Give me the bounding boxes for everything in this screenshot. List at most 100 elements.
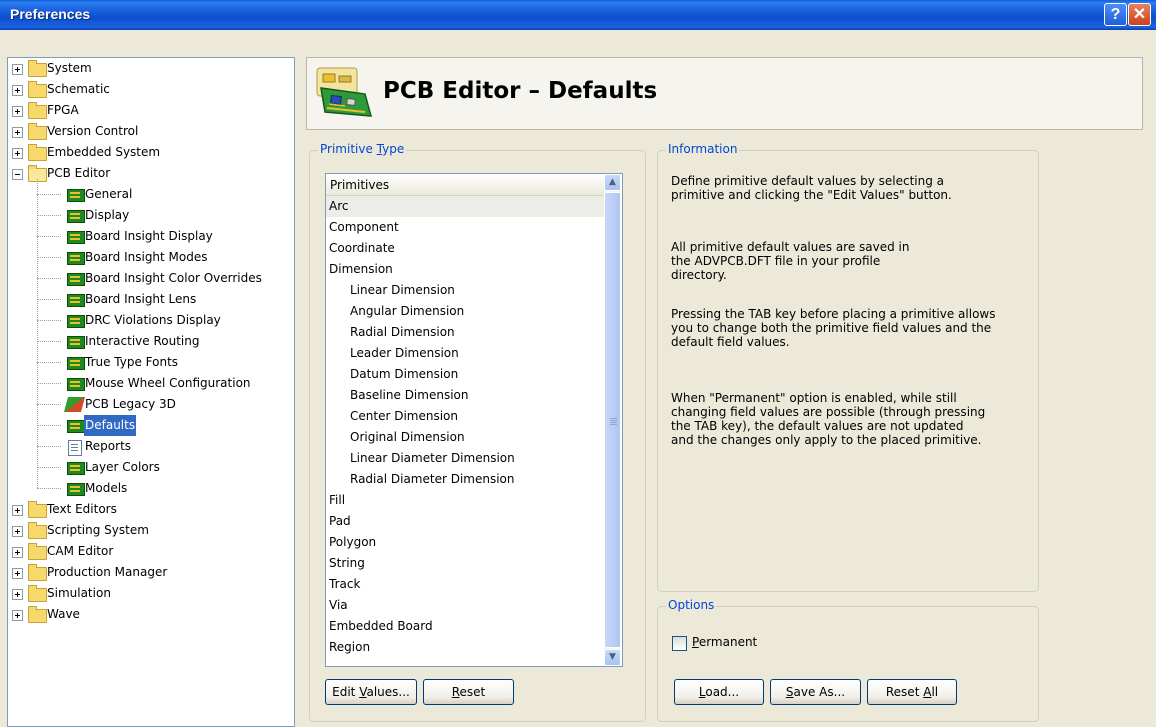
- scroll-up-button[interactable]: ▲: [604, 174, 621, 191]
- chip-icon: [67, 294, 85, 307]
- expand-icon[interactable]: [12, 526, 23, 537]
- access-key: R: [451, 685, 460, 699]
- primitive-item-coordinate[interactable]: Coordinate: [326, 238, 604, 259]
- tree-node-models[interactable]: Models: [8, 478, 292, 499]
- tree-node-fpga[interactable]: FPGA: [8, 100, 292, 121]
- tree-node-version-control[interactable]: Version Control: [8, 121, 292, 142]
- preferences-tree[interactable]: System Schematic FPGA Version Control Embedd…: [7, 57, 295, 727]
- folder-icon: [28, 81, 47, 98]
- tree-node-text-editors[interactable]: Text Editors: [8, 499, 292, 520]
- tree-node-drc-violations-display[interactable]: DRC Violations Display: [8, 310, 292, 331]
- primitives-column-header[interactable]: Primitives: [326, 174, 604, 196]
- primitive-item-region[interactable]: Region: [326, 637, 604, 658]
- tree-node-label: Board Insight Modes: [85, 250, 208, 264]
- tree-connector: [37, 278, 61, 279]
- tree-node-interactive-routing[interactable]: Interactive Routing: [8, 331, 292, 352]
- tree-node-board-insight-modes[interactable]: Board Insight Modes: [8, 247, 292, 268]
- primitive-item-embedded-board[interactable]: Embedded Board: [326, 616, 604, 637]
- title-bar[interactable]: Preferences ? ✕: [0, 0, 1156, 30]
- tree-node-label: Board Insight Display: [85, 229, 213, 243]
- expand-icon[interactable]: [12, 148, 23, 159]
- chip-icon: [67, 273, 85, 286]
- expand-icon[interactable]: [12, 610, 23, 621]
- primitive-type-legend: Primitive Type: [318, 142, 407, 156]
- tree-node-pcb-editor[interactable]: PCB Editor: [8, 163, 292, 184]
- edit-values-button[interactable]: Edit Values...: [325, 679, 417, 705]
- primitive-item-center-dimension[interactable]: Center Dimension: [326, 406, 604, 427]
- primitive-item-datum-dimension[interactable]: Datum Dimension: [326, 364, 604, 385]
- access-key: L: [698, 685, 706, 699]
- tree-node-wave[interactable]: Wave: [8, 604, 292, 625]
- tree-node-label: Schematic: [47, 82, 110, 96]
- tree-node-system[interactable]: System: [8, 58, 292, 79]
- permanent-checkbox[interactable]: [672, 636, 687, 651]
- expand-icon[interactable]: [12, 568, 23, 579]
- tree-node-cam-editor[interactable]: CAM Editor: [8, 541, 292, 562]
- reset-all-label: Reset All: [885, 685, 939, 699]
- primitive-item-component[interactable]: Component: [326, 217, 604, 238]
- close-button[interactable]: ✕: [1128, 3, 1151, 26]
- primitive-item-baseline-dimension[interactable]: Baseline Dimension: [326, 385, 604, 406]
- primitive-item-fill[interactable]: Fill: [326, 490, 604, 511]
- tree-connector: [37, 194, 61, 195]
- primitive-item-linear-dimension[interactable]: Linear Dimension: [326, 280, 604, 301]
- primitive-item-leader-dimension[interactable]: Leader Dimension: [326, 343, 604, 364]
- tree-node-production-manager[interactable]: Production Manager: [8, 562, 292, 583]
- chip-icon: [67, 252, 85, 265]
- tree-node-mouse-wheel-configuration[interactable]: Mouse Wheel Configuration: [8, 373, 292, 394]
- chip-icon: [67, 336, 85, 349]
- expand-icon[interactable]: [12, 505, 23, 516]
- tree-node-display[interactable]: Display: [8, 205, 292, 226]
- information-line: Define primitive default values by selec…: [671, 174, 945, 188]
- load-button[interactable]: Load...: [674, 679, 764, 705]
- tree-node-defaults[interactable]: Defaults: [8, 415, 292, 436]
- expand-icon[interactable]: [12, 64, 23, 75]
- collapse-icon[interactable]: [12, 169, 23, 180]
- tree-node-label: Models: [85, 481, 128, 495]
- tree-node-embedded-system[interactable]: Embedded System: [8, 142, 292, 163]
- tree-node-board-insight-color-overrides[interactable]: Board Insight Color Overrides: [8, 268, 292, 289]
- primitive-item-string[interactable]: String: [326, 553, 604, 574]
- tree-node-layer-colors[interactable]: Layer Colors: [8, 457, 292, 478]
- window-title: Preferences: [10, 6, 91, 22]
- tree-node-board-insight-display[interactable]: Board Insight Display: [8, 226, 292, 247]
- tree-node-label: Wave: [47, 607, 80, 621]
- primitive-item-arc[interactable]: Arc: [326, 196, 604, 217]
- tree-node-label: Board Insight Lens: [85, 292, 197, 306]
- primitives-listbox[interactable]: Primitives Arc Component Coordinate Dimensi…: [325, 173, 623, 667]
- primitive-item-dimension[interactable]: Dimension: [326, 259, 604, 280]
- primitive-item-angular-dimension[interactable]: Angular Dimension: [326, 301, 604, 322]
- tree-connector: [37, 425, 61, 426]
- primitives-scrollbar[interactable]: ▲ ▼: [604, 174, 621, 666]
- tree-node-schematic[interactable]: Schematic: [8, 79, 292, 100]
- reset-all-button[interactable]: Reset All: [867, 679, 957, 705]
- expand-icon[interactable]: [12, 547, 23, 558]
- tree-node-general[interactable]: General: [8, 184, 292, 205]
- expand-icon[interactable]: [12, 589, 23, 600]
- save-as-button[interactable]: Save As...: [770, 679, 861, 705]
- information-line: the ADVPCB.DFT file in your profile: [671, 254, 881, 268]
- expand-icon[interactable]: [12, 85, 23, 96]
- chip-icon: [67, 210, 85, 223]
- tree-node-board-insight-lens[interactable]: Board Insight Lens: [8, 289, 292, 310]
- primitive-item-pad[interactable]: Pad: [326, 511, 604, 532]
- primitive-item-linear-diameter-dimension[interactable]: Linear Diameter Dimension: [326, 448, 604, 469]
- scroll-down-button[interactable]: ▼: [604, 649, 621, 666]
- help-button[interactable]: ?: [1104, 3, 1127, 26]
- primitive-item-original-dimension[interactable]: Original Dimension: [326, 427, 604, 448]
- tree-node-scripting-system[interactable]: Scripting System: [8, 520, 292, 541]
- permanent-label[interactable]: Permanent: [692, 635, 757, 649]
- reset-button[interactable]: Reset: [423, 679, 514, 705]
- primitive-item-track[interactable]: Track: [326, 574, 604, 595]
- tree-node-pcb-legacy-3d[interactable]: PCB Legacy 3D: [8, 394, 292, 415]
- scroll-thumb[interactable]: [604, 192, 621, 648]
- tree-node-true-type-fonts[interactable]: True Type Fonts: [8, 352, 292, 373]
- primitive-item-radial-dimension[interactable]: Radial Dimension: [326, 322, 604, 343]
- primitive-item-radial-diameter-dimension[interactable]: Radial Diameter Dimension: [326, 469, 604, 490]
- expand-icon[interactable]: [12, 106, 23, 117]
- tree-node-reports[interactable]: Reports: [8, 436, 292, 457]
- expand-icon[interactable]: [12, 127, 23, 138]
- tree-node-simulation[interactable]: Simulation: [8, 583, 292, 604]
- primitive-item-polygon[interactable]: Polygon: [326, 532, 604, 553]
- primitive-item-via[interactable]: Via: [326, 595, 604, 616]
